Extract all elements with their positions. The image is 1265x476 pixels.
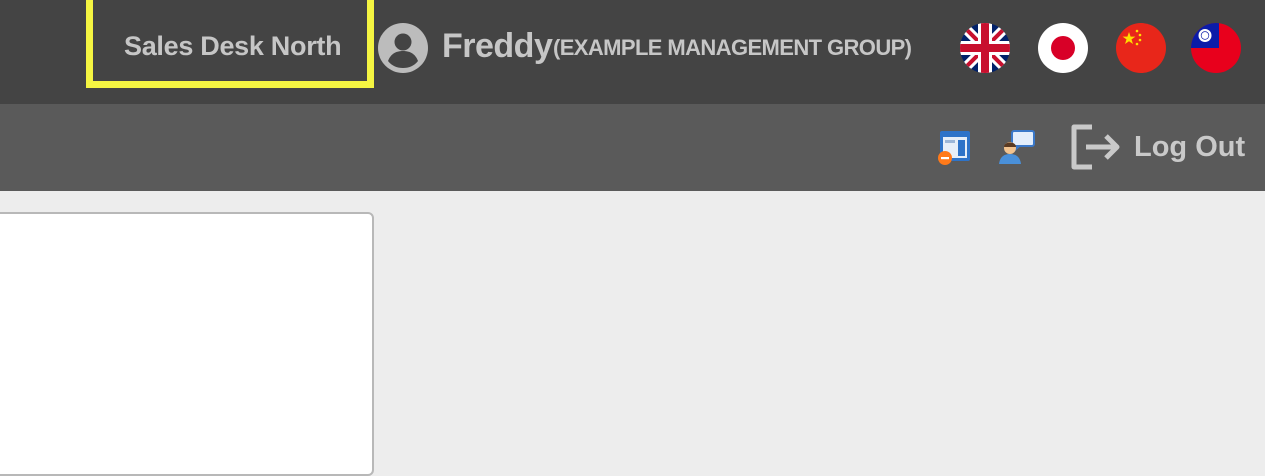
logout-label: Log Out	[1134, 130, 1246, 163]
user-name[interactable]: Freddy	[442, 27, 553, 66]
report-icon[interactable]	[936, 128, 974, 166]
taiwan-flag-icon[interactable]	[1191, 23, 1241, 73]
uk-flag-icon[interactable]	[960, 23, 1010, 73]
chat-support-icon[interactable]	[998, 128, 1036, 166]
top-bar: Sales Desk North Freddy (EXAMPLE MANAGEM…	[0, 0, 1265, 104]
china-flag-icon[interactable]	[1116, 23, 1166, 73]
desk-name[interactable]: Sales Desk North	[124, 31, 342, 62]
organization-name: (EXAMPLE MANAGEMENT GROUP)	[553, 35, 912, 60]
japan-flag-icon[interactable]	[1038, 23, 1088, 73]
user-avatar-icon	[378, 23, 428, 73]
logout-icon	[1071, 124, 1120, 170]
logout-button[interactable]: Log Out	[1070, 122, 1245, 172]
content-panel	[0, 212, 374, 476]
